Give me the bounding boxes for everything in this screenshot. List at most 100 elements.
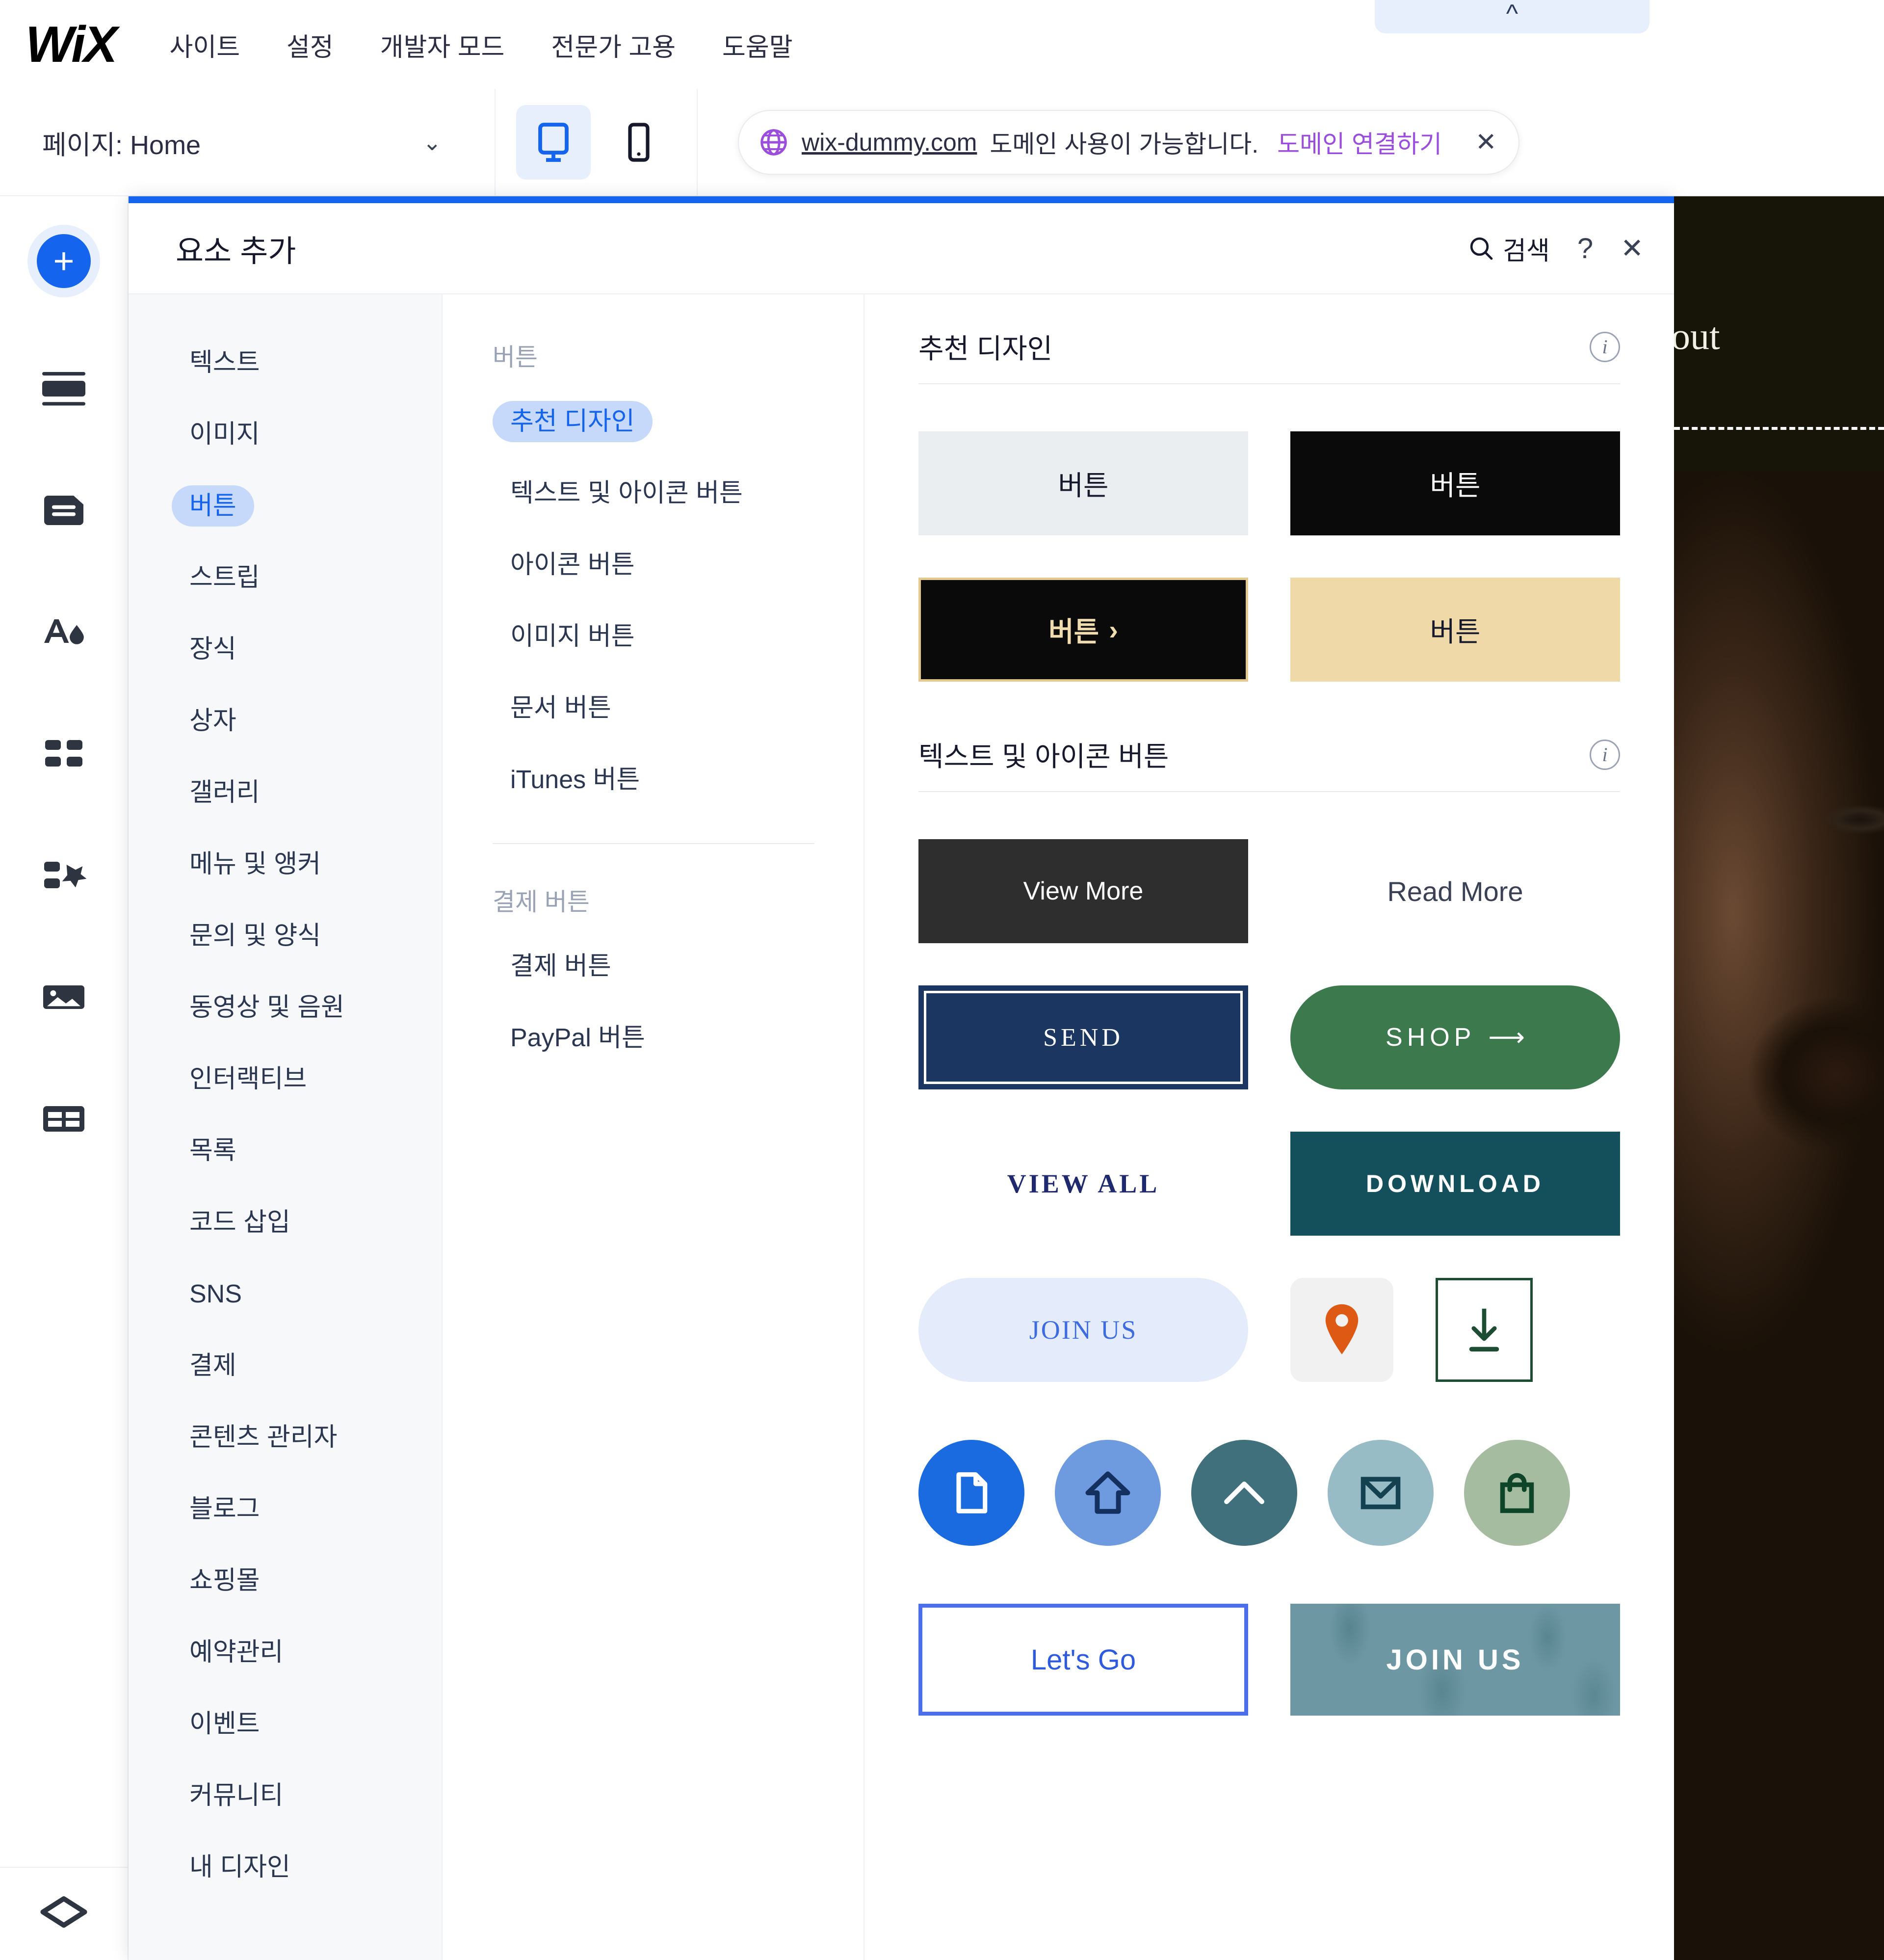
sidebar-item-layout[interactable] — [27, 1083, 100, 1155]
category-item-contact-form[interactable]: 문의 및 양식 — [129, 900, 442, 972]
sidebar-item-theme[interactable] — [27, 596, 100, 668]
category-item-bookings[interactable]: 예약관리 — [129, 1616, 442, 1688]
info-icon[interactable]: i — [1590, 331, 1620, 362]
panel-accent-line — [129, 196, 1674, 203]
button-swatch-tan[interactable]: 버튼 — [1290, 578, 1620, 682]
connect-domain-link[interactable]: 도메인 연결하기 — [1277, 125, 1442, 160]
close-icon[interactable]: ✕ — [1475, 128, 1497, 157]
subcategory-item-paypal-button[interactable]: PayPal 버튼 — [443, 1002, 864, 1074]
sidebar-item-media[interactable] — [27, 961, 100, 1033]
recommended-swatch-grid: 버튼 버튼 버튼 › 버튼 — [918, 431, 1620, 682]
collapsed-panel-tab[interactable]: ^ — [1375, 0, 1649, 33]
chevron-up-icon — [1218, 1466, 1271, 1519]
category-item-list[interactable]: 목록 — [129, 1115, 442, 1187]
button-swatch-send[interactable]: SEND — [918, 985, 1248, 1089]
category-item-cms[interactable]: 콘텐츠 관리자 — [129, 1402, 442, 1473]
button-swatch-shop[interactable]: SHOP ⟶ — [1290, 985, 1620, 1089]
panel-search-button[interactable]: 검색 — [1467, 230, 1550, 267]
category-item-menu-anchor[interactable]: 메뉴 및 앵커 — [129, 828, 442, 900]
category-item-strip[interactable]: 스트립 — [129, 542, 442, 613]
top-nav-item-settings[interactable]: 설정 — [287, 26, 334, 63]
chevron-down-icon: ⌄ — [422, 130, 442, 155]
site-canvas[interactable]: out — [1674, 196, 1884, 1960]
section-header-recommended: 추천 디자인 i — [918, 327, 1620, 384]
icon-button-chevron-up[interactable] — [1191, 1440, 1297, 1546]
icon-button-document[interactable] — [918, 1440, 1024, 1546]
panel-title: 요소 추가 — [176, 235, 296, 268]
button-swatch-black[interactable]: 버튼 — [1290, 431, 1620, 535]
icon-button-envelope[interactable] — [1328, 1440, 1434, 1546]
icon-button-home-arrow[interactable] — [1055, 1440, 1161, 1546]
button-swatch-join-us-floral[interactable]: JOIN US — [1290, 1604, 1620, 1716]
help-icon[interactable]: ? — [1577, 232, 1593, 265]
category-item-gallery[interactable]: 갤러리 — [129, 757, 442, 828]
swatch-label: Let's Go — [1030, 1643, 1136, 1676]
subcategory-item-text-icon-button[interactable]: 텍스트 및 아이콘 버튼 — [443, 457, 864, 529]
domain-url-link[interactable]: wix-dummy.com — [802, 128, 977, 157]
subcategory-item-itunes-button[interactable]: iTunes 버튼 — [443, 744, 864, 816]
category-item-video-music[interactable]: 동영상 및 음원 — [129, 972, 442, 1043]
subcategory-item-image-button[interactable]: 이미지 버튼 — [443, 601, 864, 672]
sidebar-item-apps[interactable] — [27, 717, 100, 790]
subcategory-label: iTunes 버튼 — [510, 766, 640, 794]
button-swatch-black-gold-arrow[interactable]: 버튼 › — [918, 578, 1248, 682]
category-item-payment[interactable]: 결제 — [129, 1330, 442, 1402]
top-nav-item-site[interactable]: 사이트 — [170, 26, 240, 63]
sidebar-item-pages[interactable] — [27, 474, 100, 547]
button-swatch-location-pin[interactable] — [1290, 1278, 1393, 1382]
icon-button-row — [918, 1440, 1620, 1546]
toolbar-divider-2 — [697, 89, 698, 196]
button-swatch-join-us-pill[interactable]: JOIN US — [918, 1278, 1248, 1382]
sidebar-item-add-elements[interactable]: + — [27, 225, 100, 297]
subcategory-item-icon-button[interactable]: 아이콘 버튼 — [443, 529, 864, 601]
section-header-text-icon: 텍스트 및 아이콘 버튼 i — [918, 735, 1620, 792]
sidebar-item-sections[interactable] — [27, 352, 100, 425]
category-label: 콘텐츠 관리자 — [189, 1423, 338, 1452]
button-swatch-download[interactable]: DOWNLOAD — [1290, 1132, 1620, 1236]
image-icon — [38, 972, 89, 1023]
category-item-box[interactable]: 상자 — [129, 685, 442, 757]
desktop-view-button[interactable] — [516, 105, 591, 180]
category-item-button[interactable]: 버튼 — [129, 470, 442, 542]
category-item-store[interactable]: 쇼핑몰 — [129, 1545, 442, 1616]
shopping-bag-icon — [1492, 1467, 1543, 1518]
sidebar-item-bottom[interactable] — [0, 1867, 128, 1960]
mobile-view-button[interactable] — [602, 105, 676, 180]
top-nav-item-help[interactable]: 도움말 — [722, 26, 793, 63]
button-swatch-light-gray[interactable]: 버튼 — [918, 431, 1248, 535]
apps-grid-icon — [38, 728, 89, 779]
category-item-sns[interactable]: SNS — [129, 1258, 442, 1330]
chevron-right-icon: › — [1109, 614, 1118, 645]
subcategory-label: PayPal 버튼 — [510, 1024, 645, 1052]
close-icon[interactable]: ✕ — [1621, 232, 1644, 265]
subcategory-item-payment-button[interactable]: 결제 버튼 — [443, 930, 864, 1002]
wix-logo[interactable]: WiX — [26, 19, 118, 70]
category-label: 버튼 — [172, 485, 254, 527]
category-item-decor[interactable]: 장식 — [129, 613, 442, 685]
category-item-image[interactable]: 이미지 — [129, 398, 442, 470]
category-item-community[interactable]: 커뮤니티 — [129, 1760, 442, 1831]
category-item-text[interactable]: 텍스트 — [129, 327, 442, 398]
button-swatch-view-more[interactable]: View More — [918, 839, 1248, 943]
swatch-label: 버튼 — [1058, 470, 1109, 501]
category-item-blog[interactable]: 블로그 — [129, 1473, 442, 1545]
category-label: 메뉴 및 앵커 — [189, 850, 321, 878]
info-icon[interactable]: i — [1590, 739, 1620, 770]
top-nav-item-dev-mode[interactable]: 개발자 모드 — [380, 26, 505, 63]
button-swatch-read-more[interactable]: Read More — [1290, 839, 1620, 943]
sidebar-item-add-apps[interactable] — [27, 839, 100, 912]
category-label: 동영상 및 음원 — [189, 993, 344, 1022]
category-item-interactive[interactable]: 인터랙티브 — [129, 1043, 442, 1115]
category-item-my-designs[interactable]: 내 디자인 — [129, 1831, 442, 1903]
button-swatch-view-all[interactable]: VIEW ALL — [918, 1132, 1248, 1236]
page-selector[interactable]: 페이지: Home ⌄ — [0, 89, 495, 195]
subcategory-item-document-button[interactable]: 문서 버튼 — [443, 672, 864, 744]
button-swatch-lets-go[interactable]: Let's Go — [918, 1604, 1248, 1716]
button-swatch-download-outline[interactable] — [1436, 1278, 1533, 1382]
category-item-events[interactable]: 이벤트 — [129, 1688, 442, 1760]
category-item-embed-code[interactable]: 코드 삽입 — [129, 1187, 442, 1258]
icon-button-shopping-bag[interactable] — [1464, 1440, 1570, 1546]
layout-table-icon — [38, 1093, 89, 1144]
top-nav-item-hire-pro[interactable]: 전문가 고용 — [551, 26, 676, 63]
subcategory-item-recommended[interactable]: 추천 디자인 — [443, 386, 864, 457]
